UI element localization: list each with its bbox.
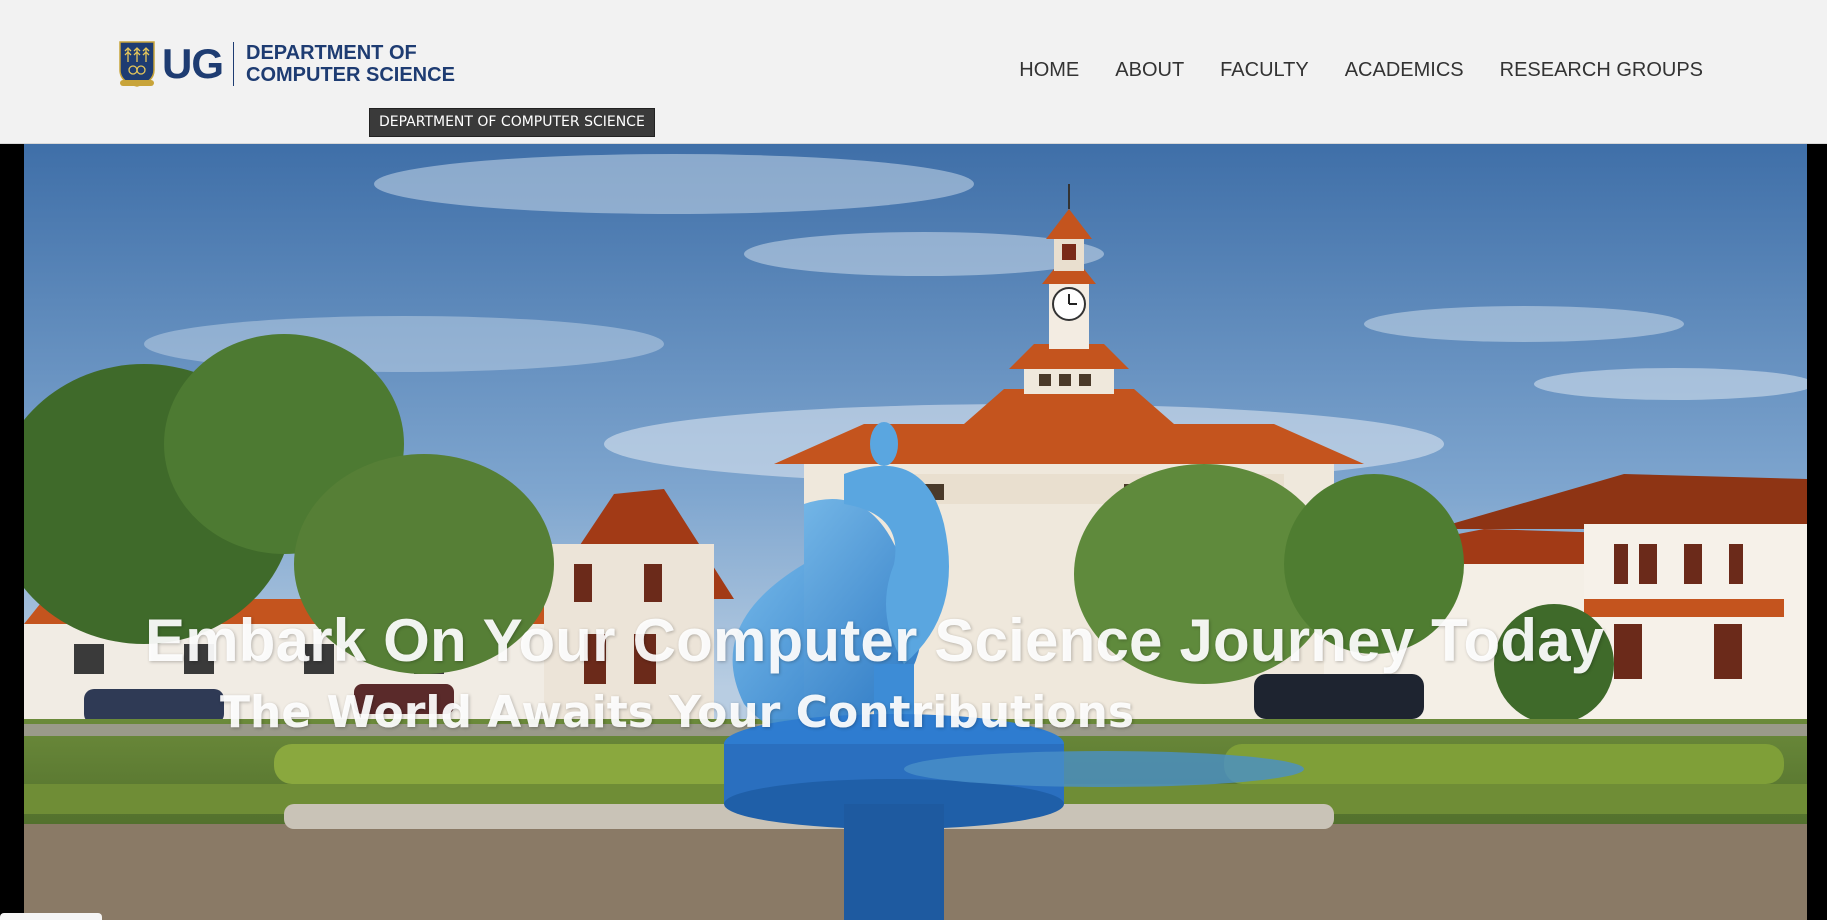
- site-logo-link[interactable]: UG DEPARTMENT OF COMPUTER SCIENCE: [118, 38, 455, 90]
- logo-line-2: COMPUTER SCIENCE: [246, 64, 455, 86]
- site-header: UG DEPARTMENT OF COMPUTER SCIENCE HOME A…: [0, 0, 1827, 144]
- university-crest-icon: [119, 41, 155, 87]
- nav-research-groups[interactable]: RESEARCH GROUPS: [1500, 56, 1703, 84]
- logo-ug-mark: UG: [162, 40, 224, 87]
- logo-tooltip: DEPARTMENT OF COMPUTER SCIENCE: [369, 108, 655, 137]
- logo-line-1: DEPARTMENT OF: [246, 42, 417, 64]
- nav-home[interactable]: HOME: [1019, 56, 1079, 84]
- nav-academics[interactable]: ACADEMICS: [1345, 56, 1464, 84]
- nav-faculty[interactable]: FACULTY: [1220, 56, 1309, 84]
- campus-hero-image: [24, 144, 1807, 920]
- main-nav: HOME ABOUT FACULTY ACADEMICS RESEARCH GR…: [983, 56, 1703, 84]
- hero-subtitle: The World Awaits Your Contributions: [220, 687, 1135, 738]
- nav-about[interactable]: ABOUT: [1115, 56, 1184, 84]
- hero-title: Embark On Your Computer Science Journey …: [145, 607, 1605, 674]
- logo-divider: [233, 42, 234, 86]
- logo-text: DEPARTMENT OF COMPUTER SCIENCE: [246, 42, 455, 86]
- hero-banner: Embark On Your Computer Science Journey …: [0, 144, 1827, 920]
- corner-tab[interactable]: [0, 913, 102, 920]
